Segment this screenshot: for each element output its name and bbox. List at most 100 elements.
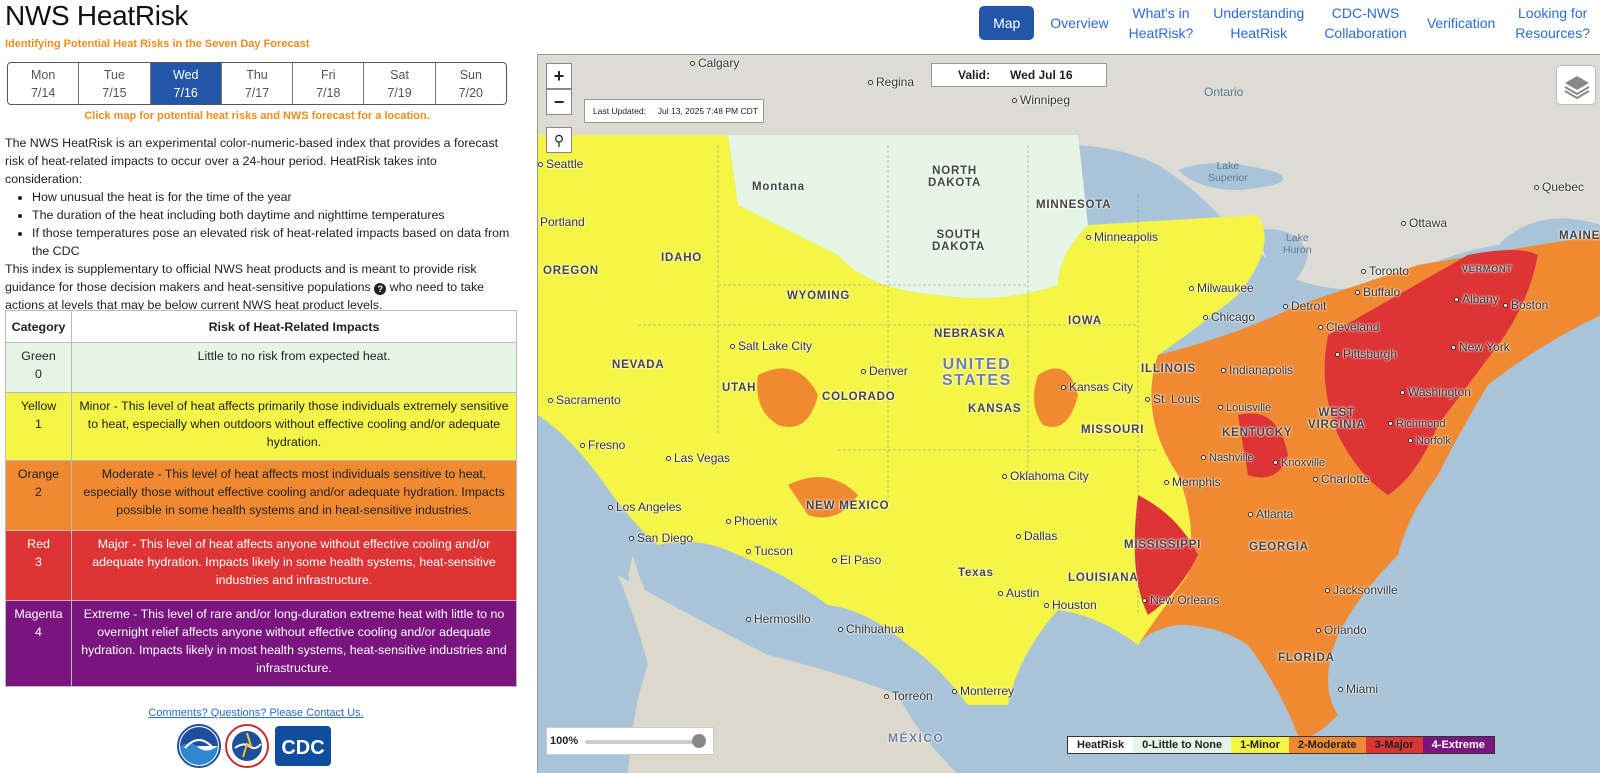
day-tab-tue[interactable]: Tue 7/15: [79, 63, 151, 104]
region-label: Ontario: [1204, 85, 1244, 99]
place-label: Chihuahua: [838, 622, 904, 636]
place-label: Ottawa: [1401, 216, 1447, 230]
click-map-hint: Click map for potential heat risks and N…: [84, 110, 430, 122]
zoom-out-button[interactable]: −: [546, 89, 572, 115]
contact-link[interactable]: Comments? Questions? Please Contact Us.: [0, 707, 512, 719]
place-label: Boston: [1503, 298, 1548, 312]
valid-date: Wed Jul 16: [1010, 68, 1073, 82]
legend-title: HeatRisk: [1068, 737, 1134, 753]
day-tab-wed[interactable]: Wed 7/16: [150, 63, 222, 104]
place-label: Monterrey: [952, 684, 1014, 698]
valid-label: Valid:: [958, 68, 991, 82]
cdc-logo[interactable]: CDC: [273, 724, 333, 768]
category-cell: Magenta 4: [5, 600, 72, 687]
list-item: If those temperatures pose an elevated r…: [32, 224, 515, 260]
nav-overview[interactable]: Overview: [1040, 13, 1118, 33]
water-label: Lake Huron: [1283, 232, 1312, 256]
place-label: Knoxville: [1273, 457, 1325, 469]
place-label: Norfolk: [1408, 435, 1451, 447]
zoom-in-button[interactable]: +: [546, 63, 572, 89]
place-label: Washington: [1400, 385, 1471, 399]
day-name: Tue: [103, 68, 125, 82]
place-label: Tucson: [746, 544, 793, 558]
cdc-logo-text: CDC: [281, 737, 324, 759]
place-label: Pittsburgh: [1335, 347, 1397, 361]
last-updated-box: Last Updated: Jul 13, 2025 7:48 PM CDT: [584, 99, 764, 123]
category-level: 0: [35, 367, 42, 381]
state-label: MINNESOTA: [1036, 199, 1112, 211]
day-date: 7/20: [458, 86, 483, 100]
day-tab-sun[interactable]: Sun 7/20: [436, 63, 506, 104]
place-label: Torreón: [884, 689, 933, 703]
noaa-logo[interactable]: [177, 724, 221, 768]
partner-logos: CDC: [177, 724, 333, 768]
nav-verification[interactable]: Verification: [1417, 13, 1505, 33]
place-label: New Orleans: [1142, 593, 1219, 607]
state-label: UTAH: [722, 382, 757, 394]
description: The NWS HeatRisk is an experimental colo…: [5, 134, 515, 314]
state-label: MISSISSIPPI: [1124, 539, 1202, 551]
country-label: MÉXICO: [888, 731, 945, 745]
category-name: Magenta: [14, 607, 63, 621]
search-icon[interactable]: ⚲: [546, 127, 572, 153]
last-updated-value: Jul 13, 2025 7:48 PM CDT: [657, 106, 758, 116]
day-name: Wed: [172, 68, 199, 82]
nav-cdc-nws-collaboration[interactable]: CDC-NWS Collaboration: [1314, 3, 1417, 43]
day-tab-sat[interactable]: Sat 7/19: [364, 63, 436, 104]
state-label: IDAHO: [661, 252, 703, 264]
description-intro: The NWS HeatRisk is an experimental colo…: [5, 136, 499, 186]
state-label: FLORIDA: [1278, 652, 1335, 664]
nav-map[interactable]: Map: [979, 6, 1035, 40]
place-label: New York: [1451, 340, 1510, 354]
place-label: Minneapolis: [1086, 230, 1158, 244]
place-label: Fresno: [580, 438, 625, 452]
category-cell: Red 3: [5, 530, 72, 601]
table-row: Orange 2 Moderate - This level of heat af…: [5, 460, 517, 531]
day-tab-fri[interactable]: Fri 7/18: [293, 63, 365, 104]
category-cell: Yellow 1: [5, 392, 72, 461]
question-circle-icon[interactable]: ?: [374, 283, 387, 295]
nav-whats-in-heatrisk[interactable]: What's in HeatRisk?: [1119, 3, 1204, 43]
place-label: Sacramento: [548, 393, 621, 407]
water-label: Lake Superior: [1208, 160, 1248, 184]
map-legend: HeatRisk 0-Little to None 1-Minor 2-Mode…: [1067, 736, 1495, 754]
place-label: Milwaukee: [1189, 281, 1254, 295]
category-table: Category Risk of Heat-Related Impacts Gr…: [5, 310, 517, 687]
opacity-slider[interactable]: 100%: [546, 727, 714, 755]
place-label: Winnipeg: [1012, 93, 1070, 107]
state-label: Texas: [958, 567, 994, 579]
day-date: 7/17: [244, 86, 270, 100]
list-item: How unusual the heat is for the time of …: [32, 188, 515, 206]
category-cell: Orange 2: [5, 460, 72, 531]
place-label: Memphis: [1164, 475, 1221, 489]
place-label: St. Louis: [1145, 392, 1200, 406]
category-level: 2: [35, 485, 42, 499]
nws-logo[interactable]: [225, 724, 269, 768]
state-label: NEVADA: [612, 359, 665, 371]
app-title: NWS HeatRisk: [5, 0, 189, 31]
place-label: Cleveland: [1318, 320, 1379, 334]
nav-looking-for-resources[interactable]: Looking for Resources?: [1505, 3, 1600, 43]
table-row: Yellow 1 Minor - This level of heat affec…: [5, 392, 517, 461]
category-description: Minor - This level of heat affects prima…: [71, 392, 517, 461]
place-label: Las Vegas: [666, 451, 730, 465]
state-label: ILLINOIS: [1141, 363, 1196, 375]
place-label: Seattle: [538, 157, 583, 171]
layers-icon[interactable]: [1556, 65, 1596, 105]
opacity-track[interactable]: [585, 740, 697, 744]
nav-understanding-heatrisk[interactable]: Understanding HeatRisk: [1203, 3, 1314, 43]
place-label: Dallas: [1016, 529, 1057, 543]
heatrisk-map[interactable]: Calgary Regina Winnipeg Ontario Seattle …: [537, 54, 1600, 773]
place-label: Nashville: [1201, 452, 1254, 464]
place-label: Los Angeles: [608, 500, 681, 514]
place-label: Miami: [1338, 682, 1378, 696]
app-subtitle: Identifying Potential Heat Risks in the …: [5, 38, 310, 50]
place-label: Salt Lake City: [730, 339, 812, 353]
place-label: Detroit: [1283, 299, 1326, 313]
place-label: El Paso: [832, 553, 881, 567]
day-tab-mon[interactable]: Mon 7/14: [8, 63, 80, 104]
legend-item-magenta: 4-Extreme: [1422, 737, 1494, 753]
opacity-handle[interactable]: [692, 734, 706, 748]
day-tab-thu[interactable]: Thu 7/17: [222, 63, 294, 104]
day-name: Sat: [390, 68, 409, 82]
